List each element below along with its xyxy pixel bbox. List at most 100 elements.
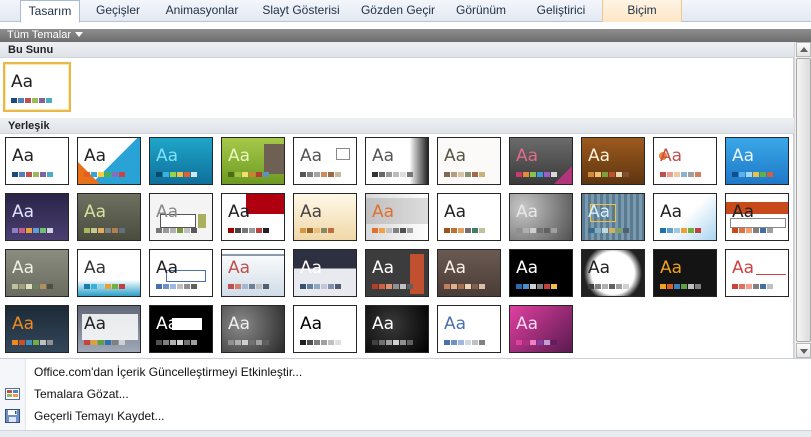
theme-thumbnail[interactable]: Aa <box>149 305 213 353</box>
theme-thumbnail[interactable]: Aa <box>437 305 501 353</box>
theme-color-swatches <box>444 340 485 345</box>
tab-transitions[interactable]: Geçişler <box>84 0 152 22</box>
theme-color-swatches <box>732 284 773 289</box>
theme-thumbnail[interactable]: Aa <box>77 193 141 241</box>
ribbon-tab-strip: Tasarım Geçişler Animasyonlar Slayt Göst… <box>0 0 811 23</box>
theme-thumbnail[interactable]: Aa <box>725 249 789 297</box>
theme-sample-text: Aa <box>660 258 683 278</box>
theme-thumbnail[interactable]: Aa <box>437 193 501 241</box>
theme-sample-text: Aa <box>300 202 323 222</box>
theme-sample-text: Aa <box>588 258 611 278</box>
theme-thumbnail[interactable]: Aa <box>725 193 789 241</box>
theme-sample-text: Aa <box>588 146 611 166</box>
scroll-up-button[interactable] <box>796 42 811 57</box>
theme-thumbnail[interactable]: Aa <box>5 305 69 353</box>
theme-color-swatches <box>588 284 629 289</box>
theme-thumbnail[interactable]: Aa <box>437 137 501 185</box>
theme-sample-text: Aa <box>12 314 35 334</box>
menu-resize-grip[interactable] <box>0 430 811 437</box>
theme-current[interactable]: Aa <box>3 62 71 112</box>
theme-sample-text: Aa <box>660 202 683 222</box>
theme-thumbnail[interactable]: Aa <box>581 249 645 297</box>
theme-thumbnail[interactable]: Aa <box>293 249 357 297</box>
theme-color-swatches <box>12 172 53 177</box>
theme-thumbnail[interactable]: Aa <box>653 137 717 185</box>
theme-sample-text: Aa <box>372 314 395 334</box>
theme-color-swatches <box>156 228 197 233</box>
theme-thumbnail[interactable]: Aa <box>5 193 69 241</box>
theme-color-swatches <box>516 228 557 233</box>
theme-sample-text: Aa <box>444 146 467 166</box>
theme-thumbnail[interactable]: Aa <box>581 193 645 241</box>
tab-developer[interactable]: Geliştirici <box>522 0 600 22</box>
theme-thumbnail[interactable]: Aa <box>653 193 717 241</box>
theme-thumbnail[interactable]: Aa <box>365 193 429 241</box>
theme-sample-text: Aa <box>84 146 107 166</box>
theme-thumbnail[interactable]: Aa <box>221 305 285 353</box>
theme-thumbnail[interactable]: Aa <box>221 249 285 297</box>
theme-thumbnail[interactable]: Aa <box>5 137 69 185</box>
theme-color-swatches <box>156 340 197 345</box>
theme-thumbnail[interactable]: Aa <box>149 137 213 185</box>
menu-item-label: Temalara Gözat... <box>34 387 129 401</box>
theme-sample-text: Aa <box>372 258 395 278</box>
theme-thumbnail[interactable]: Aa <box>509 137 573 185</box>
theme-thumbnail[interactable]: Aa <box>5 249 69 297</box>
theme-thumbnail[interactable]: Aa <box>581 137 645 185</box>
scroll-down-button[interactable] <box>796 343 811 358</box>
theme-thumbnail[interactable]: Aa <box>221 137 285 185</box>
theme-thumbnail[interactable]: Aa <box>221 193 285 241</box>
theme-color-swatches <box>372 228 413 233</box>
theme-sample-text: Aa <box>12 258 35 278</box>
arrow-up-icon <box>800 47 808 52</box>
theme-sample-text: Aa <box>84 258 107 278</box>
theme-color-swatches <box>588 228 629 233</box>
theme-thumbnail[interactable]: Aa <box>509 305 573 353</box>
theme-sample-text: Aa <box>12 146 35 166</box>
theme-gallery: Bu Sunu Aa Yerleşik Aa Aa Aa Aa Aa Aa Aa Aa Aa Aa… <box>0 42 794 358</box>
theme-sample-text: Aa <box>156 202 179 222</box>
theme-color-swatches <box>660 228 701 233</box>
menu-item-browse-themes[interactable]: Temalara Gözat... <box>5 383 811 405</box>
theme-thumbnail[interactable]: Aa <box>509 249 573 297</box>
theme-color-swatches <box>516 284 557 289</box>
theme-thumbnail[interactable]: Aa <box>149 249 213 297</box>
tab-view[interactable]: Görünüm <box>446 0 516 22</box>
menu-item-save-current-theme[interactable]: Geçerli Temayı Kaydet... <box>5 405 811 427</box>
chevron-down-icon <box>74 32 83 37</box>
tab-animations[interactable]: Animasyonlar <box>156 0 248 22</box>
theme-thumbnail[interactable]: Aa <box>725 137 789 185</box>
menu-item-enable-office-content[interactable]: Office.com'dan İçerik Güncelleştirmeyi E… <box>26 361 811 383</box>
theme-thumbnail[interactable]: Aa <box>293 305 357 353</box>
theme-thumbnail[interactable]: Aa <box>293 193 357 241</box>
section-this-presentation: Bu Sunu <box>0 42 794 58</box>
tab-format[interactable]: Biçim <box>602 0 682 22</box>
theme-thumbnail[interactable]: Aa <box>77 249 141 297</box>
theme-thumbnail[interactable]: Aa <box>509 193 573 241</box>
theme-thumbnail[interactable]: Aa <box>365 137 429 185</box>
all-themes-dropdown[interactable]: Tüm Temalar <box>4 29 86 42</box>
theme-thumbnail[interactable]: Aa <box>149 193 213 241</box>
theme-color-swatches <box>588 172 629 177</box>
theme-thumbnail[interactable]: Aa <box>77 137 141 185</box>
gallery-scrollbar[interactable] <box>794 42 811 358</box>
arrow-down-icon <box>800 349 808 354</box>
tab-design[interactable]: Tasarım <box>20 0 80 23</box>
scroll-thumb[interactable] <box>796 58 811 342</box>
theme-thumbnail[interactable]: Aa <box>365 249 429 297</box>
theme-color-swatches <box>444 172 485 177</box>
tab-slide-show[interactable]: Slayt Gösterisi <box>252 0 350 22</box>
theme-sample-text: Aa <box>444 258 467 278</box>
tab-review[interactable]: Gözden Geçir <box>356 0 440 22</box>
theme-color-swatches <box>84 340 125 345</box>
theme-thumbnail[interactable]: Aa <box>293 137 357 185</box>
theme-thumbnail[interactable]: Aa <box>437 249 501 297</box>
theme-color-swatches <box>660 284 701 289</box>
theme-sample-text: Aa <box>516 314 539 334</box>
theme-thumbnail[interactable]: Aa <box>653 249 717 297</box>
theme-color-swatches <box>84 172 125 177</box>
theme-color-swatches <box>228 228 269 233</box>
theme-thumbnail[interactable]: Aa <box>77 305 141 353</box>
theme-color-swatches <box>84 228 125 233</box>
theme-thumbnail[interactable]: Aa <box>365 305 429 353</box>
